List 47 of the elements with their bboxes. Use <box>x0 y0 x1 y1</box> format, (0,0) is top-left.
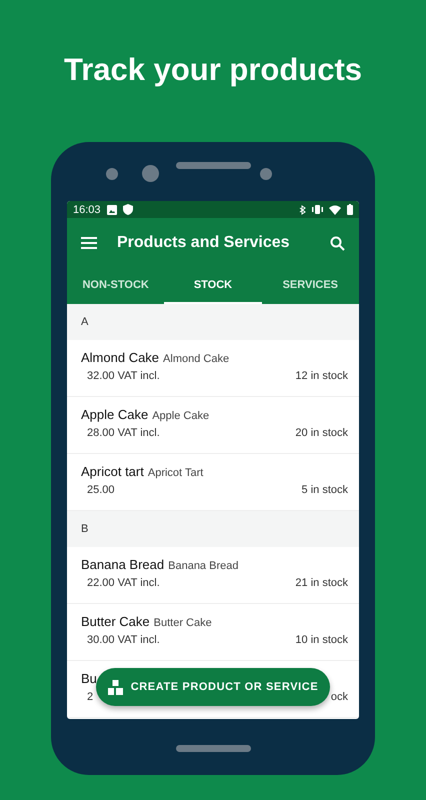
menu-icon[interactable] <box>81 237 97 249</box>
stock-count: ock <box>330 691 348 703</box>
status-time: 16:03 <box>73 204 101 216</box>
product-row[interactable]: Apple Cake Apple Cake 28.00 VAT incl. 20 in stock <box>67 397 359 454</box>
create-product-button[interactable]: CREATE PRODUCT OR SERVICE <box>96 668 330 706</box>
search-icon[interactable] <box>330 236 345 250</box>
product-price: 32.00 VAT incl. <box>86 370 160 382</box>
product-price: 30.00 VAT incl. <box>86 634 160 646</box>
product-subtitle: Butter Cake <box>154 617 212 629</box>
stock-count: 5 in stock <box>302 484 348 496</box>
boxes-icon <box>108 680 123 694</box>
product-price: 22.00 VAT incl. <box>86 577 160 589</box>
product-name: Almond Cake <box>81 350 160 365</box>
sensor-dot <box>106 168 118 180</box>
screen-title: Products and Services <box>117 234 291 252</box>
product-price: 2 <box>86 691 94 703</box>
bluetooth-icon <box>299 204 306 214</box>
product-price: 25.00 <box>86 484 115 496</box>
tab[interactable]: NON-STOCK <box>67 268 164 304</box>
product-name: Banana Bread <box>81 557 164 572</box>
stock-count: 10 in stock <box>295 634 348 646</box>
shield-icon <box>122 204 133 215</box>
product-subtitle: Apple Cake <box>152 410 210 422</box>
product-price: 28.00 VAT incl. <box>86 427 160 439</box>
product-name: Apple Cake <box>81 407 148 422</box>
product-name: Butter Cake <box>81 614 150 629</box>
stock-count: 20 in stock <box>295 427 348 439</box>
wifi-icon <box>329 204 341 214</box>
product-row[interactable]: Almond Cake Almond Cake 32.00 VAT incl. 12 in stock <box>67 340 359 397</box>
camera-lens <box>142 165 159 182</box>
vibrate-icon <box>312 205 323 214</box>
product-row[interactable]: Banana Bread Banana Bread 22.00 VAT incl. 21 in stock <box>67 547 359 604</box>
product-subtitle: Almond Cake <box>163 353 230 365</box>
headline: Track your products <box>64 51 362 89</box>
battery-icon <box>347 204 353 215</box>
product-row[interactable]: Butter Cake Butter Cake 30.00 VAT incl. 10 in stock <box>67 604 359 661</box>
product-name: Apricot tart <box>81 464 144 479</box>
product-subtitle: Banana Bread <box>168 560 238 572</box>
section-letter: B <box>81 523 88 535</box>
stock-count: 21 in stock <box>295 577 348 589</box>
sensor-dot <box>260 168 272 180</box>
product-name: Bu <box>81 671 97 686</box>
stock-count: 12 in stock <box>295 370 348 382</box>
section-letter: A <box>81 316 88 328</box>
tab[interactable]: SERVICES <box>262 268 359 304</box>
image-icon <box>106 204 117 214</box>
product-subtitle: Apricot Tart <box>148 467 204 479</box>
